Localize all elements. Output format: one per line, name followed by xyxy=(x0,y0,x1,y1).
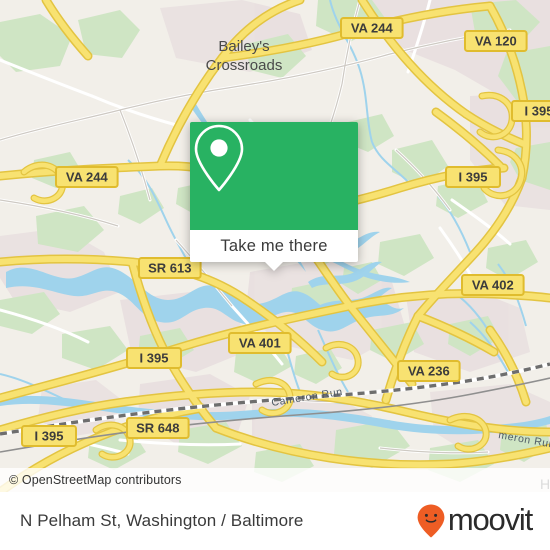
road-shield-label: VA 401 xyxy=(239,336,281,351)
road-shield: I 395 xyxy=(21,425,77,447)
road-shield: I 395 xyxy=(511,100,550,122)
road-shield: VA 401 xyxy=(228,332,292,354)
map-attribution: © OpenStreetMap contributors xyxy=(0,468,550,492)
place-label-baileys-line2: Crossroads xyxy=(206,57,283,74)
moovit-logo[interactable]: moovit xyxy=(416,502,533,539)
road-shield: VA 244 xyxy=(55,166,119,188)
road-shield-label: VA 244 xyxy=(66,170,109,185)
road-shield-label: I 395 xyxy=(140,351,169,366)
road-shield-label: VA 402 xyxy=(472,278,514,293)
callout-tail xyxy=(264,261,284,271)
road-shield: VA 120 xyxy=(464,30,528,52)
map-pin-icon xyxy=(194,124,244,192)
road-shield: VA 402 xyxy=(461,274,525,296)
place-title: N Pelham St, Washington / Baltimore xyxy=(20,511,304,530)
road-shield-label: SR 613 xyxy=(148,261,191,276)
road-shield-label: VA 244 xyxy=(351,21,394,36)
moovit-wordmark: moovit xyxy=(447,502,533,537)
road-shield-label: I 395 xyxy=(35,429,64,444)
map-canvas[interactable]: Cameron Run meron Run Bailey's Crossroad… xyxy=(0,0,550,492)
place-label-baileys-line1: Bailey's xyxy=(218,38,269,55)
footer-bar: N Pelham St, Washington / Baltimore moov… xyxy=(0,492,550,550)
callout-cta-area[interactable]: Take me there xyxy=(190,230,358,271)
take-me-there-label: Take me there xyxy=(220,236,328,255)
road-shield: I 395 xyxy=(445,166,501,188)
road-shield-label: SR 648 xyxy=(136,421,179,436)
callout-icon-area xyxy=(190,122,358,230)
road-shield: VA 244 xyxy=(340,17,404,39)
road-shield: VA 236 xyxy=(397,360,461,382)
road-shield-label: I 395 xyxy=(459,170,488,185)
road-shield-label: VA 120 xyxy=(475,34,517,49)
road-shield: SR 648 xyxy=(126,417,190,439)
moovit-map-screen: Cameron Run meron Run Bailey's Crossroad… xyxy=(0,0,550,550)
road-shield: I 395 xyxy=(126,347,182,369)
road-shield-label: I 395 xyxy=(525,104,550,119)
attribution-text: © OpenStreetMap contributors xyxy=(9,473,182,487)
take-me-there-callout[interactable]: Take me there xyxy=(190,122,358,271)
road-shield-label: VA 236 xyxy=(408,364,450,379)
moovit-pin-icon xyxy=(417,504,445,538)
